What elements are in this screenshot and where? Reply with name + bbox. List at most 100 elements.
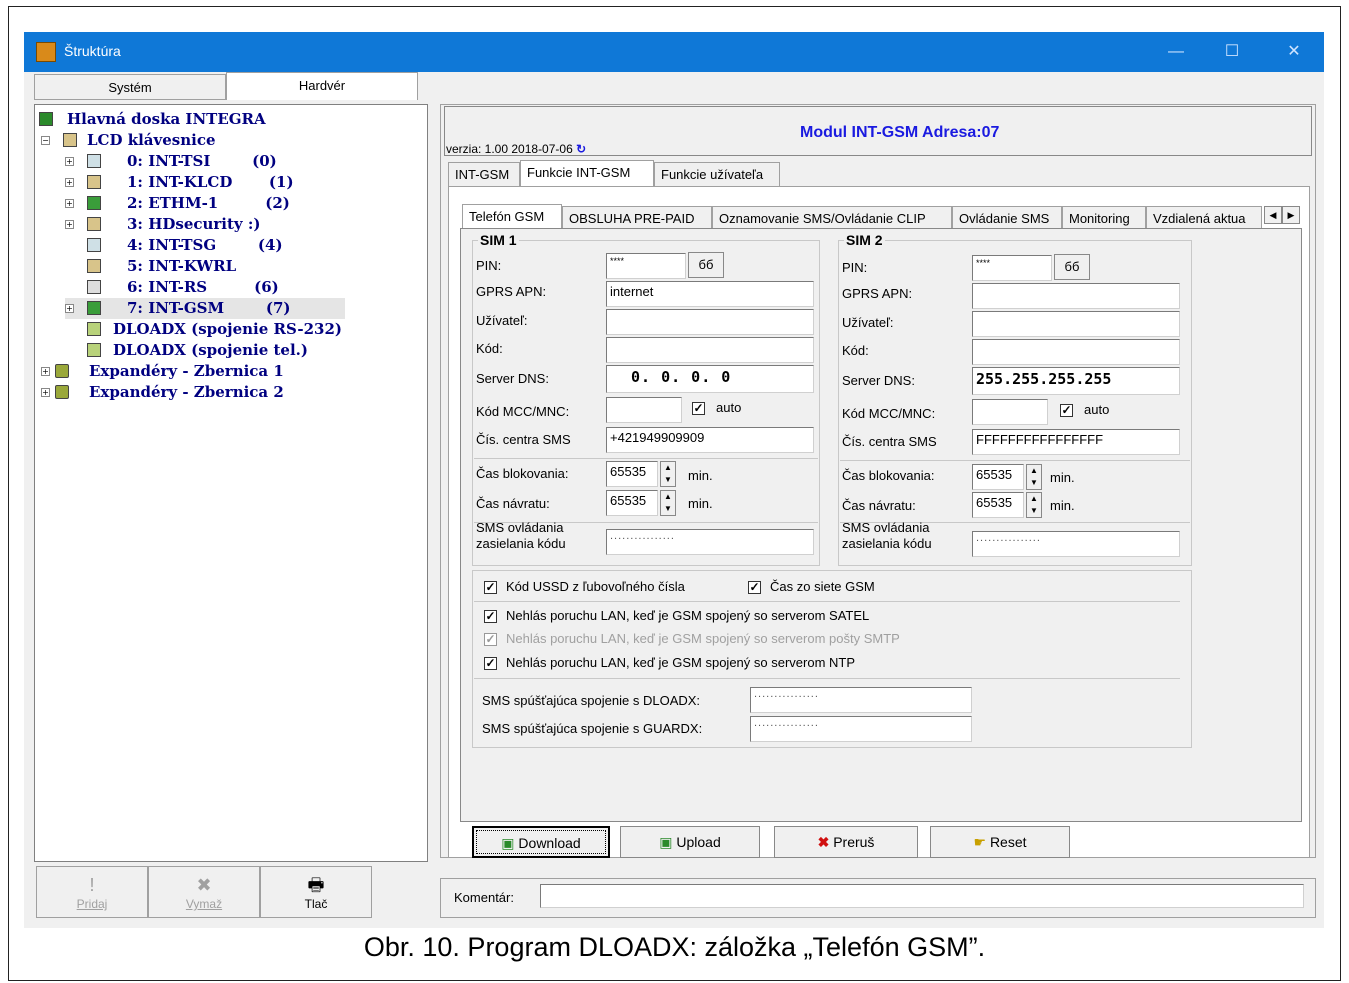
sim2-smsc-field[interactable]: FFFFFFFFFFFFFFFF xyxy=(972,429,1180,455)
sim1-code-field[interactable] xyxy=(606,337,814,363)
print-button[interactable]: 🖶 Tlač xyxy=(260,866,372,918)
expand-icon[interactable]: + xyxy=(65,199,74,208)
tab-scroll-left-icon[interactable]: ◀ xyxy=(1264,206,1282,224)
expand-icon[interactable]: + xyxy=(41,367,50,376)
sim2-return-field[interactable]: 65535 xyxy=(972,492,1024,518)
sim1-apn-field[interactable]: internet xyxy=(606,281,814,307)
comment-field[interactable] xyxy=(540,884,1304,908)
dloadx-sms-label: SMS spúšťajúca spojenie s DLOADX: xyxy=(482,693,701,708)
abort-button[interactable]: ✖ Preruš xyxy=(774,826,918,858)
guardx-sms-field[interactable]: ................ xyxy=(750,716,972,742)
ntp-checkbox[interactable]: ✓ xyxy=(484,657,497,670)
expand-icon[interactable]: + xyxy=(65,178,74,187)
sim2-code-label: Kód: xyxy=(842,343,869,358)
tab-remote-update[interactable]: Vzdialená aktua xyxy=(1146,206,1262,230)
serial-icon xyxy=(87,280,101,294)
divider xyxy=(474,601,1180,602)
ussd-checkbox[interactable]: ✓ xyxy=(484,581,497,594)
add-button[interactable]: ! Pridaj xyxy=(36,866,148,918)
touchscreen-icon xyxy=(87,238,101,252)
sim2-apn-field[interactable] xyxy=(972,283,1180,309)
sim1-show-pin-button[interactable]: бб xyxy=(688,252,724,278)
sim2-block-field[interactable]: 65535 xyxy=(972,464,1024,490)
sim2-code-field[interactable] xyxy=(972,339,1180,365)
sim1-dns-field[interactable]: 0. 0. 0. 0 xyxy=(606,365,814,393)
sim1-auto-checkbox[interactable]: ✓ xyxy=(692,402,705,415)
tab-gsm-phone[interactable]: Telefón GSM xyxy=(462,204,562,230)
sim2-show-pin-button[interactable]: бб xyxy=(1054,254,1090,280)
touchscreen-icon xyxy=(87,154,101,168)
tab-sms-control[interactable]: Ovládanie SMS xyxy=(952,206,1062,230)
spin-arrows-icon[interactable]: ▲ ▼ xyxy=(1026,464,1042,490)
minimize-icon[interactable]: — xyxy=(1164,40,1188,64)
sim1-block-field[interactable]: 65535 xyxy=(606,461,658,487)
sim2-smscode-field[interactable]: ................ xyxy=(972,531,1180,557)
expand-icon[interactable]: + xyxy=(41,388,50,397)
unit-label: min. xyxy=(1050,470,1075,485)
sim1-return-label: Čas návratu: xyxy=(476,496,550,511)
sim2-mcc-field[interactable] xyxy=(972,399,1048,425)
expand-icon[interactable]: + xyxy=(65,220,74,229)
sim2-block-label: Čas blokovania: xyxy=(842,468,935,483)
maximize-icon[interactable]: ☐ xyxy=(1220,40,1244,64)
sim2-pin-field[interactable]: **** xyxy=(972,255,1052,281)
upload-icon: ▣ xyxy=(659,834,673,850)
sim1-auto-label: auto xyxy=(716,400,742,415)
sim2-dns-field[interactable]: 255.255.255.255 xyxy=(972,367,1180,395)
sim1-smscode-field[interactable]: ................ xyxy=(606,529,814,555)
delete-button[interactable]: ✖ Vymaž xyxy=(148,866,260,918)
hardware-tree: Hlavná doska INTEGRA − LCD klávesnice +0:… xyxy=(34,104,428,862)
hand-icon: ☛ xyxy=(973,834,987,850)
sim1-smsc-field[interactable]: +421949909909 xyxy=(606,427,814,453)
close-icon[interactable]: ✕ xyxy=(1282,40,1306,64)
expand-icon[interactable]: + xyxy=(65,157,74,166)
module-title: Modul INT-GSM Adresa:07 xyxy=(800,124,1000,141)
tab-scroll-right-icon[interactable]: ▶ xyxy=(1282,206,1300,224)
tab-user-functions[interactable]: Funkcie užívateľa xyxy=(654,162,780,186)
download-icon: ▣ xyxy=(501,835,515,851)
expander-icon xyxy=(55,385,69,399)
tab-system[interactable]: Systém xyxy=(34,74,226,100)
divider xyxy=(474,458,818,459)
tab-int-gsm[interactable]: INT-GSM xyxy=(448,162,520,186)
collapse-icon[interactable]: − xyxy=(41,136,50,145)
sim1-smscode-label: SMS ovládania zasielania kódu xyxy=(476,520,566,551)
satel-checkbox[interactable]: ✓ xyxy=(484,610,497,623)
tab-monitoring[interactable]: Monitoring xyxy=(1062,206,1146,230)
tab-int-gsm-functions[interactable]: Funkcie INT-GSM xyxy=(520,160,654,186)
reset-button[interactable]: ☛ Reset xyxy=(930,826,1070,858)
spin-arrows-icon[interactable]: ▲ ▼ xyxy=(660,490,676,516)
dloadx-sms-field[interactable]: ................ xyxy=(750,687,972,713)
refresh-icon[interactable]: ↻ xyxy=(576,142,586,156)
expand-icon[interactable]: + xyxy=(65,304,74,313)
tab-sms-notification[interactable]: Oznamovanie SMS/Ovládanie CLIP xyxy=(712,206,952,230)
sim1-smsc-label: Čís. centra SMS xyxy=(476,432,571,447)
sim1-mcc-field[interactable] xyxy=(606,397,682,423)
sim2-auto-checkbox[interactable]: ✓ xyxy=(1060,404,1073,417)
sim2-user-field[interactable] xyxy=(972,311,1180,337)
tree-toolbar: ! Pridaj ✖ Vymaž 🖶 Tlač xyxy=(36,866,372,918)
ntp-label: Nehlás poruchu LAN, keď je GSM spojený s… xyxy=(506,655,856,670)
window-title: Štruktúra xyxy=(64,43,121,59)
gsm-time-checkbox[interactable]: ✓ xyxy=(748,581,761,594)
download-button[interactable]: ▣ Download xyxy=(472,826,610,858)
guardx-sms-label: SMS spúšťajúca spojenie s GUARDX: xyxy=(482,721,703,736)
keypad-icon xyxy=(87,175,101,189)
tab-prepaid[interactable]: OBSLUHA PRE-PAID xyxy=(562,206,712,230)
sim1-title: SIM 1 xyxy=(478,232,519,248)
sim1-pin-label: PIN: xyxy=(476,258,502,273)
upload-button[interactable]: ▣ Upload xyxy=(620,826,760,858)
tab-hardware[interactable]: Hardvér xyxy=(226,72,418,100)
sim1-return-field[interactable]: 65535 xyxy=(606,490,658,516)
computer-icon xyxy=(87,343,101,357)
tree-item-selected[interactable]: +7: INT-GSM (7) xyxy=(65,298,345,319)
keypad-icon xyxy=(87,217,101,231)
network-icon xyxy=(87,301,101,315)
sim2-smscode-label: SMS ovládania zasielania kódu xyxy=(842,520,932,551)
spin-arrows-icon[interactable]: ▲ ▼ xyxy=(660,461,676,487)
smtp-checkbox[interactable]: ✓ xyxy=(484,633,497,646)
sim2-return-label: Čas návratu: xyxy=(842,498,916,513)
sim1-user-field[interactable] xyxy=(606,309,814,335)
spin-arrows-icon[interactable]: ▲ ▼ xyxy=(1026,492,1042,518)
sim1-pin-field[interactable]: **** xyxy=(606,253,686,279)
